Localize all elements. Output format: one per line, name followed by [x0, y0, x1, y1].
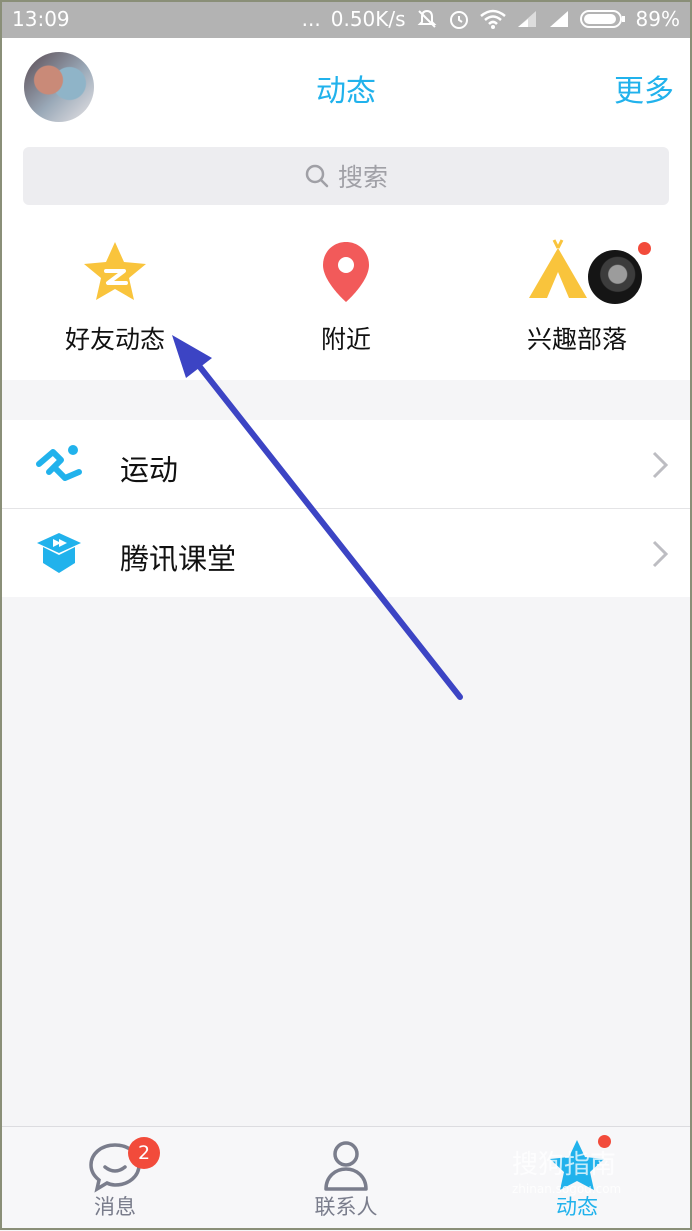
tribe-avatar — [588, 250, 642, 304]
status-bar: 13:09 ... 0.50K/s 89% — [0, 0, 692, 38]
search-icon — [305, 164, 329, 188]
signal-icon — [517, 11, 536, 27]
status-right: ... 0.50K/s 89% — [302, 7, 680, 31]
entry-label: 兴趣部落 — [526, 325, 627, 354]
battery-icon — [579, 10, 625, 28]
alarm-icon — [449, 11, 468, 29]
classroom-icon — [37, 533, 81, 573]
unread-badge: 2 — [128, 1137, 160, 1169]
location-pin-icon — [323, 242, 369, 302]
watermark: 搜狗指南 zhinan.sogou.com — [512, 1144, 682, 1204]
notification-dot — [638, 242, 651, 255]
running-icon — [36, 445, 82, 481]
tab-label: 消息 — [94, 1195, 136, 1219]
tab-contacts[interactable]: 联系人 — [231, 1127, 461, 1231]
signal-icon — [549, 11, 568, 27]
network-speed: 0.50K/s — [330, 7, 406, 31]
page-title: 动态 — [316, 74, 376, 109]
entry-interest-tribe[interactable]: 兴趣部落 — [462, 216, 692, 380]
wifi-icon — [479, 9, 506, 29]
feature-list: 运动 腾讯课堂 — [0, 420, 692, 597]
tab-label: 联系人 — [314, 1195, 378, 1219]
search-input[interactable]: 搜索 — [23, 147, 669, 205]
header: 动态 更多 — [0, 38, 692, 138]
status-dots: ... — [301, 7, 321, 31]
list-item-label: 腾讯课堂 — [120, 542, 237, 576]
star-z-icon — [84, 242, 146, 300]
entry-label: 好友动态 — [64, 325, 165, 354]
entry-label: 附近 — [320, 325, 371, 354]
tent-icon — [529, 239, 587, 298]
list-item-label: 运动 — [120, 453, 179, 487]
person-icon — [324, 1141, 368, 1191]
search-section: 搜索 — [0, 138, 692, 216]
chevron-right-icon — [652, 451, 669, 479]
list-item-sports[interactable]: 运动 — [0, 420, 692, 508]
status-time: 13:09 — [12, 7, 70, 31]
feature-entries: 好友动态 附近 兴趣部落 — [0, 216, 692, 380]
tab-messages[interactable]: 2 消息 — [0, 1127, 230, 1231]
entry-nearby[interactable]: 附近 — [231, 216, 461, 380]
watermark-sub: zhinan.sogou.com — [512, 1182, 622, 1196]
watermark-text: 搜狗指南 — [512, 1150, 617, 1180]
battery-percent: 89% — [635, 7, 680, 31]
mute-bell-icon — [417, 9, 436, 28]
entry-friend-feed[interactable]: 好友动态 — [0, 216, 230, 380]
list-item-tencent-classroom[interactable]: 腾讯课堂 — [0, 508, 692, 597]
search-placeholder: 搜索 — [337, 163, 388, 192]
more-button[interactable]: 更多 — [614, 66, 674, 110]
chevron-right-icon — [652, 540, 669, 568]
